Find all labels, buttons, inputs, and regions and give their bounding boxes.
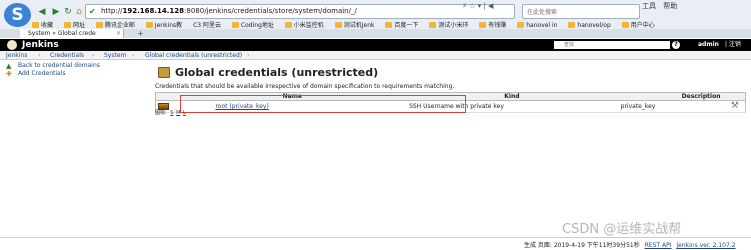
table-header-actions — [724, 92, 746, 101]
add-credentials-link[interactable]: ✚ Add Credentials — [6, 70, 126, 78]
address-tools[interactable]: ⚡ ☆ ▾ | ◀ — [462, 2, 493, 10]
bookmark-item[interactable]: 测试机Jenk — [334, 20, 374, 29]
bookmark-item[interactable]: 百度一下 — [385, 20, 418, 29]
rest-api-link[interactable]: REST API — [645, 242, 672, 249]
tools-menu[interactable]: 工具 — [642, 1, 656, 11]
footer-generated: 生成 页面: 2019-4-19 下午11时39分51秒 — [524, 242, 640, 249]
icon-size-medium[interactable]: M — [176, 110, 180, 116]
jenkins-logo-icon[interactable] — [7, 40, 17, 50]
bookmark-item[interactable]: Jenkins教 — [145, 20, 182, 29]
arrow-up-icon: ▲ — [6, 62, 12, 70]
browser-search-bar[interactable] — [522, 4, 640, 19]
page-icon — [429, 22, 437, 28]
key-add-icon: ✚ — [6, 70, 12, 78]
star-icon — [32, 22, 39, 28]
side-panel: ▲ Back to credential domains ✚ Add Crede… — [6, 62, 126, 78]
browser-menu[interactable]: 工具 帮助 — [642, 1, 682, 11]
credential-description-cell: private_key — [616, 100, 725, 113]
footer-divider — [0, 237, 751, 238]
page-icon — [145, 22, 153, 28]
breadcrumb-item[interactable]: System — [104, 51, 126, 60]
watermark: CSDN @运维实战帮 — [562, 222, 682, 237]
user-link[interactable]: admin — [698, 39, 719, 51]
annotation-highlight-box — [180, 95, 466, 113]
back-icon[interactable]: ◀ — [36, 6, 48, 18]
browser-search-input[interactable] — [527, 6, 627, 18]
tab-close-icon[interactable]: × — [116, 29, 121, 38]
table-header-description: Description — [616, 92, 725, 101]
folder-icon — [63, 22, 71, 28]
icon-size-selector: 图标: S M L — [155, 110, 186, 116]
bookmarks-bar: 收藏 网址 腾讯企业邮 Jenkins教 C3 阿里云 Coding地址 小米监… — [32, 20, 664, 29]
bookmark-item[interactable]: 网址 — [63, 20, 85, 29]
page-icon — [621, 22, 629, 28]
help-menu[interactable]: 帮助 — [663, 1, 677, 11]
new-tab-button[interactable]: + — [137, 29, 144, 38]
bookmark-item[interactable]: 小米监控机 — [284, 20, 324, 29]
breadcrumb-separator: › — [247, 52, 250, 59]
mail-icon — [95, 22, 103, 28]
home-icon[interactable]: ⌂ — [73, 6, 85, 18]
bookmark-item[interactable]: Coding地址 — [231, 20, 274, 29]
jenkins-header: Jenkins ⌕ ? admin | 注销 — [0, 39, 751, 51]
bookmark-item[interactable]: 收藏 — [32, 20, 53, 29]
footer: 生成 页面: 2019-4-19 下午11时39分51秒 REST API Je… — [524, 240, 736, 249]
jenkins-version-link[interactable]: Jenkins ver. 2.107.2 — [676, 242, 735, 249]
breadcrumb-item[interactable]: Jenkins — [6, 51, 27, 60]
page-title: Global credentials (unrestricted) — [175, 66, 379, 79]
breadcrumb-item[interactable]: Global credentials (unrestricted) — [145, 51, 242, 60]
page-description: Credentials that should be available irr… — [155, 83, 455, 90]
bookmark-item[interactable]: C3 阿里云 — [193, 20, 221, 29]
credential-actions-cell: ⚒ — [724, 100, 746, 113]
address-text: http://192.168.14.128:8080/jenkins/crede… — [101, 7, 357, 15]
bookmark-item[interactable]: 腾讯企业邮 — [95, 20, 135, 29]
table-header-icon — [155, 92, 178, 101]
forward-icon[interactable]: ▶ — [50, 6, 62, 18]
bookmark-item[interactable]: 测试小米环 — [429, 20, 468, 29]
configure-icon[interactable]: ⚒ — [731, 101, 739, 112]
browser-chrome: S ◀ ▶ ↻ ⌂ ✔ http://192.168.14.128:8080/j… — [0, 0, 751, 38]
breadcrumb-separator: › — [38, 52, 41, 59]
page-icon — [479, 22, 487, 28]
github-icon — [568, 22, 576, 28]
bookmark-item[interactable]: 有钱赚 — [479, 20, 506, 29]
breadcrumb-separator: › — [132, 52, 135, 59]
browser-logo-icon: S — [4, 3, 31, 27]
logout-link[interactable]: | 注销 — [725, 39, 741, 51]
paw-icon — [385, 22, 393, 28]
bookmark-item[interactable]: 用户中心 — [621, 20, 655, 29]
icon-size-small[interactable]: S — [170, 110, 173, 116]
address-bar[interactable]: ✔ http://192.168.14.128:8080/jenkins/cre… — [85, 4, 515, 19]
bookmark-item[interactable]: hanovel in — [517, 22, 557, 29]
breadcrumb: Jenkins › Credentials › System › Global … — [0, 51, 751, 60]
secure-shield-icon: ✔ — [89, 7, 96, 16]
page-icon — [334, 22, 342, 28]
icon-size-large[interactable]: L — [183, 110, 186, 116]
jenkins-search-input[interactable] — [554, 41, 670, 49]
jenkins-title[interactable]: Jenkins — [22, 39, 59, 51]
tab-active[interactable]: System » Global crede × — [20, 29, 124, 38]
breadcrumb-separator: › — [92, 52, 95, 59]
page-icon — [517, 22, 525, 28]
breadcrumb-item[interactable]: Credentials — [50, 51, 84, 60]
tab-strip: System » Global crede × + — [0, 29, 751, 38]
page-icon — [231, 22, 239, 28]
help-icon[interactable]: ? — [672, 41, 680, 49]
page-icon — [284, 22, 292, 28]
bookmark-item[interactable]: hanovel/op — [568, 22, 611, 29]
back-to-domains-link[interactable]: ▲ Back to credential domains — [6, 62, 126, 70]
